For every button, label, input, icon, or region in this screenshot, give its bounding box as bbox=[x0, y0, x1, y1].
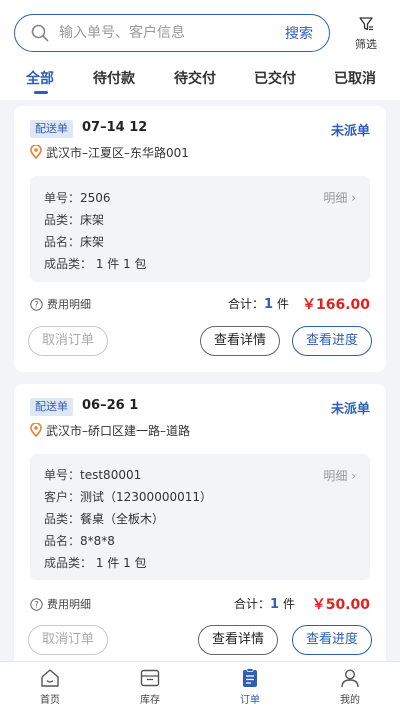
order-line-category: 品类：餐桌（全板木） bbox=[44, 512, 165, 526]
order-line-product: 品名：8*8*8 bbox=[44, 534, 115, 548]
view-detail-button[interactable]: 查看详情 bbox=[198, 625, 278, 655]
order-address-text: 武汉市–江夏区–东华路001 bbox=[46, 146, 189, 160]
order-line-number: 单号：2506 bbox=[44, 191, 111, 205]
search-box[interactable]: 搜索 bbox=[14, 14, 330, 52]
bottom-tab-bar: 首页 库存 订单 我的 bbox=[0, 661, 400, 711]
order-price: ￥166.00 bbox=[301, 297, 370, 313]
location-pin-icon bbox=[30, 422, 42, 438]
order-icon bbox=[243, 668, 257, 687]
order-line-number: 单号：test80001 bbox=[44, 468, 142, 482]
search-icon bbox=[31, 24, 49, 42]
order-type-badge: 配送单 bbox=[30, 120, 73, 138]
order-status: 未派单 bbox=[330, 124, 370, 139]
tab-pending-delivery[interactable]: 待交付 bbox=[174, 68, 216, 88]
order-line-finished: 成品类： 1 件 1 包 bbox=[44, 257, 147, 271]
filter-label: 筛选 bbox=[355, 38, 377, 51]
order-address: 武汉市–硚口区建一路–道路 bbox=[30, 422, 190, 439]
fee-detail-link[interactable]: ? 费用明细 bbox=[30, 596, 91, 612]
order-date: 06–26 1 bbox=[82, 398, 139, 413]
location-pin-icon bbox=[30, 144, 42, 160]
order-detail-box: 明细 › 单号：2506 品类：床架 品名：床架 成品类： 1 件 1 包 bbox=[30, 176, 370, 282]
question-circle-icon: ? bbox=[30, 598, 43, 611]
fee-detail-link[interactable]: ? 费用明细 bbox=[30, 296, 91, 312]
view-progress-button[interactable]: 查看进度 bbox=[292, 326, 372, 356]
order-line-finished: 成品类： 1 件 1 包 bbox=[44, 556, 147, 570]
detail-link[interactable]: 明细 › bbox=[323, 189, 356, 206]
filter-icon bbox=[359, 17, 373, 31]
order-card[interactable]: 配送单 06–26 1 未派单 武汉市–硚口区建一路–道路 明细 › 单号：te… bbox=[14, 384, 386, 674]
search-input[interactable] bbox=[59, 22, 279, 44]
svg-text:?: ? bbox=[34, 301, 39, 311]
tab-cancelled[interactable]: 已取消 bbox=[334, 68, 376, 88]
tabbar-item-orders[interactable]: 订单 bbox=[220, 668, 280, 706]
order-address-text: 武汉市–硚口区建一路–道路 bbox=[46, 424, 191, 438]
tabbar-item-inventory[interactable]: 库存 bbox=[120, 668, 180, 706]
order-date: 07–14 12 bbox=[82, 120, 148, 135]
tab-active-indicator bbox=[34, 91, 48, 94]
tab-all[interactable]: 全部 bbox=[26, 68, 54, 88]
search-button[interactable]: 搜索 bbox=[285, 23, 313, 43]
order-total: 合计：1 件 bbox=[234, 597, 295, 612]
status-tabs: 全部 待付款 待交付 已交付 已取消 bbox=[0, 64, 400, 94]
order-line-customer: 客户：测试（12300000011） bbox=[44, 490, 212, 504]
tab-pending-payment[interactable]: 待付款 bbox=[93, 68, 135, 88]
filter-button[interactable]: 筛选 bbox=[346, 14, 386, 52]
svg-text:?: ? bbox=[34, 601, 39, 611]
order-type-badge: 配送单 bbox=[30, 398, 73, 416]
view-detail-button[interactable]: 查看详情 bbox=[200, 326, 280, 356]
order-card[interactable]: 配送单 07–14 12 未派单 武汉市–江夏区–东华路001 明细 › 单号：… bbox=[14, 106, 386, 372]
inventory-icon bbox=[140, 669, 160, 687]
profile-icon bbox=[341, 669, 359, 688]
home-icon bbox=[41, 669, 59, 687]
tabbar-item-home[interactable]: 首页 bbox=[20, 668, 80, 706]
tab-delivered[interactable]: 已交付 bbox=[254, 68, 296, 88]
question-circle-icon: ? bbox=[30, 298, 43, 311]
order-line-category: 品类：床架 bbox=[44, 213, 105, 227]
order-address: 武汉市–江夏区–东华路001 bbox=[30, 144, 189, 161]
order-detail-box: 明细 › 单号：test80001 客户：测试（12300000011） 品类：… bbox=[30, 454, 370, 580]
order-price: ￥50.00 bbox=[311, 597, 370, 613]
order-status: 未派单 bbox=[330, 402, 370, 417]
tabbar-item-profile[interactable]: 我的 bbox=[320, 668, 380, 706]
order-total: 合计：1 件 bbox=[228, 297, 289, 312]
cancel-order-button[interactable]: 取消订单 bbox=[28, 625, 108, 655]
detail-link[interactable]: 明细 › bbox=[323, 467, 356, 484]
cancel-order-button[interactable]: 取消订单 bbox=[28, 326, 108, 356]
view-progress-button[interactable]: 查看进度 bbox=[292, 625, 372, 655]
order-line-product: 品名：床架 bbox=[44, 235, 105, 249]
top-bar: 搜索 筛选 全部 待付款 待交付 已交付 已取消 bbox=[0, 0, 400, 100]
